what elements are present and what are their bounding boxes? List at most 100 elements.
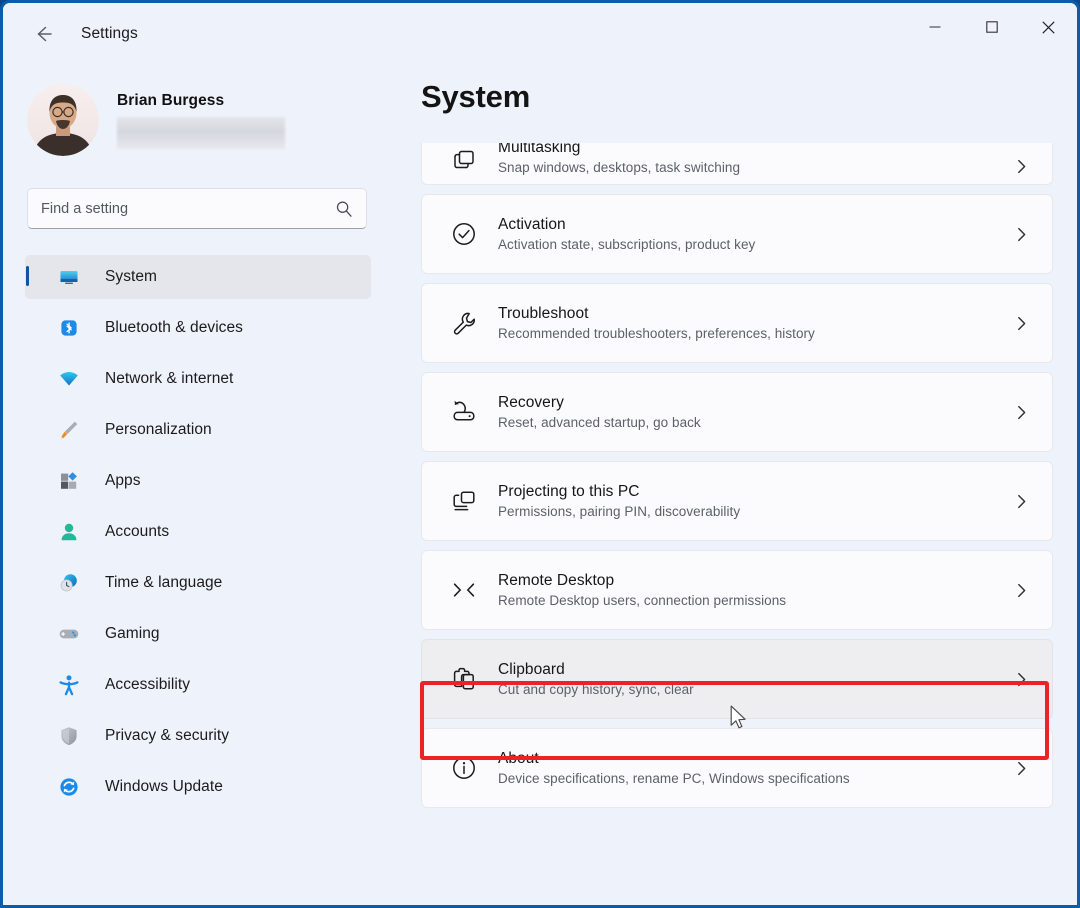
sidebar-item-personalization[interactable]: Personalization	[25, 408, 371, 452]
sidebar-item-windows-update[interactable]: Windows Update	[25, 765, 371, 809]
card-text: Troubleshoot Recommended troubleshooters…	[498, 305, 815, 341]
projecting-icon	[444, 487, 484, 515]
card-text: Clipboard Cut and copy history, sync, cl…	[498, 661, 694, 697]
page-title: System	[421, 79, 530, 115]
back-button[interactable]	[21, 16, 65, 52]
chevron-right-icon[interactable]	[1013, 760, 1030, 777]
card-title: Remote Desktop	[498, 572, 786, 590]
settings-card-about[interactable]: About Device specifications, rename PC, …	[421, 728, 1053, 808]
clock-globe-icon	[57, 571, 81, 595]
card-title: Activation	[498, 216, 755, 234]
chevron-right-icon[interactable]	[1013, 226, 1030, 243]
settings-card-clipboard[interactable]: Clipboard Cut and copy history, sync, cl…	[421, 639, 1053, 719]
settings-window: Settings	[0, 0, 1080, 908]
sidebar-item-system[interactable]: System	[25, 255, 371, 299]
sidebar-item-label: Gaming	[105, 625, 160, 643]
settings-card-list: Multitasking Snap windows, desktops, tas…	[421, 143, 1053, 908]
sidebar-item-time-language[interactable]: Time & language	[25, 561, 371, 605]
card-text: Multitasking Snap windows, desktops, tas…	[498, 143, 740, 175]
close-icon	[1042, 21, 1055, 34]
sidebar-item-label: Accessibility	[105, 676, 190, 694]
account-text: Brian Burgess	[117, 92, 285, 149]
minimize-button[interactable]	[906, 3, 963, 51]
update-icon	[57, 775, 81, 799]
card-title: About	[498, 750, 850, 768]
sidebar-item-apps[interactable]: Apps	[25, 459, 371, 503]
card-title: Clipboard	[498, 661, 694, 679]
back-arrow-icon	[32, 23, 54, 45]
search-box[interactable]	[27, 188, 367, 229]
card-subtitle: Device specifications, rename PC, Window…	[498, 771, 850, 786]
sidebar-item-gaming[interactable]: Gaming	[25, 612, 371, 656]
activation-check-icon	[444, 220, 484, 248]
maximize-button[interactable]	[963, 3, 1020, 51]
card-subtitle: Recommended troubleshooters, preferences…	[498, 326, 815, 341]
card-subtitle: Activation state, subscriptions, product…	[498, 237, 755, 252]
close-button[interactable]	[1020, 3, 1077, 51]
sidebar-item-label: Windows Update	[105, 778, 223, 796]
sidebar-item-label: Time & language	[105, 574, 222, 592]
card-text: Recovery Reset, advanced startup, go bac…	[498, 394, 701, 430]
recovery-icon	[444, 398, 484, 426]
chevron-right-icon[interactable]	[1013, 671, 1030, 688]
card-text: Activation Activation state, subscriptio…	[498, 216, 755, 252]
sidebar-item-bluetooth-devices[interactable]: Bluetooth & devices	[25, 306, 371, 350]
apps-icon	[57, 469, 81, 493]
chevron-right-icon[interactable]	[1013, 582, 1030, 599]
bluetooth-icon	[57, 316, 81, 340]
maximize-icon	[986, 21, 998, 33]
account-email-redacted	[117, 117, 285, 149]
sidebar: Brian Burgess	[3, 65, 395, 908]
chevron-right-icon[interactable]	[1013, 404, 1030, 421]
sidebar-item-label: System	[105, 268, 157, 286]
settings-card-projecting-to-this-pc[interactable]: Projecting to this PC Permissions, pairi…	[421, 461, 1053, 541]
paintbrush-icon	[57, 418, 81, 442]
card-subtitle: Remote Desktop users, connection permiss…	[498, 593, 786, 608]
card-title: Troubleshoot	[498, 305, 815, 323]
multitasking-icon	[444, 147, 484, 175]
wifi-icon	[57, 367, 81, 391]
search-input[interactable]	[41, 201, 335, 217]
minimize-icon	[929, 21, 941, 33]
sidebar-item-accounts[interactable]: Accounts	[25, 510, 371, 554]
sidebar-nav: System Bluetooth & devices	[25, 255, 371, 816]
card-text: Remote Desktop Remote Desktop users, con…	[498, 572, 786, 608]
account-section[interactable]: Brian Burgess	[27, 77, 367, 163]
card-subtitle: Cut and copy history, sync, clear	[498, 682, 694, 697]
settings-card-recovery[interactable]: Recovery Reset, advanced startup, go bac…	[421, 372, 1053, 452]
card-subtitle: Snap windows, desktops, task switching	[498, 160, 740, 175]
gamepad-icon	[57, 622, 81, 646]
card-text: Projecting to this PC Permissions, pairi…	[498, 483, 740, 519]
title-bar: Settings	[3, 3, 1077, 65]
remote-desktop-icon	[444, 576, 484, 604]
sidebar-item-label: Network & internet	[105, 370, 233, 388]
sidebar-item-network-internet[interactable]: Network & internet	[25, 357, 371, 401]
avatar	[27, 84, 99, 156]
wrench-icon	[444, 309, 484, 337]
info-icon	[444, 754, 484, 782]
clipboard-icon	[444, 665, 484, 693]
sidebar-item-label: Apps	[105, 472, 141, 490]
sidebar-item-label: Bluetooth & devices	[105, 319, 243, 337]
avatar-photo-icon	[27, 84, 99, 156]
settings-card-remote-desktop[interactable]: Remote Desktop Remote Desktop users, con…	[421, 550, 1053, 630]
monitor-icon	[57, 265, 81, 289]
card-title: Recovery	[498, 394, 701, 412]
window-controls	[906, 3, 1077, 65]
selection-indicator	[26, 266, 29, 286]
settings-card-activation[interactable]: Activation Activation state, subscriptio…	[421, 194, 1053, 274]
chevron-right-icon[interactable]	[1013, 158, 1030, 175]
sidebar-item-label: Personalization	[105, 421, 212, 439]
card-subtitle: Reset, advanced startup, go back	[498, 415, 701, 430]
sidebar-item-label: Privacy & security	[105, 727, 229, 745]
settings-card-troubleshoot[interactable]: Troubleshoot Recommended troubleshooters…	[421, 283, 1053, 363]
chevron-right-icon[interactable]	[1013, 493, 1030, 510]
accessibility-icon	[57, 673, 81, 697]
sidebar-item-privacy-security[interactable]: Privacy & security	[25, 714, 371, 758]
chevron-right-icon[interactable]	[1013, 315, 1030, 332]
card-text: About Device specifications, rename PC, …	[498, 750, 850, 786]
card-title: Projecting to this PC	[498, 483, 740, 501]
settings-card-multitasking[interactable]: Multitasking Snap windows, desktops, tas…	[421, 143, 1053, 185]
main-content: System Multitasking Snap windows, deskto…	[395, 65, 1080, 908]
sidebar-item-accessibility[interactable]: Accessibility	[25, 663, 371, 707]
